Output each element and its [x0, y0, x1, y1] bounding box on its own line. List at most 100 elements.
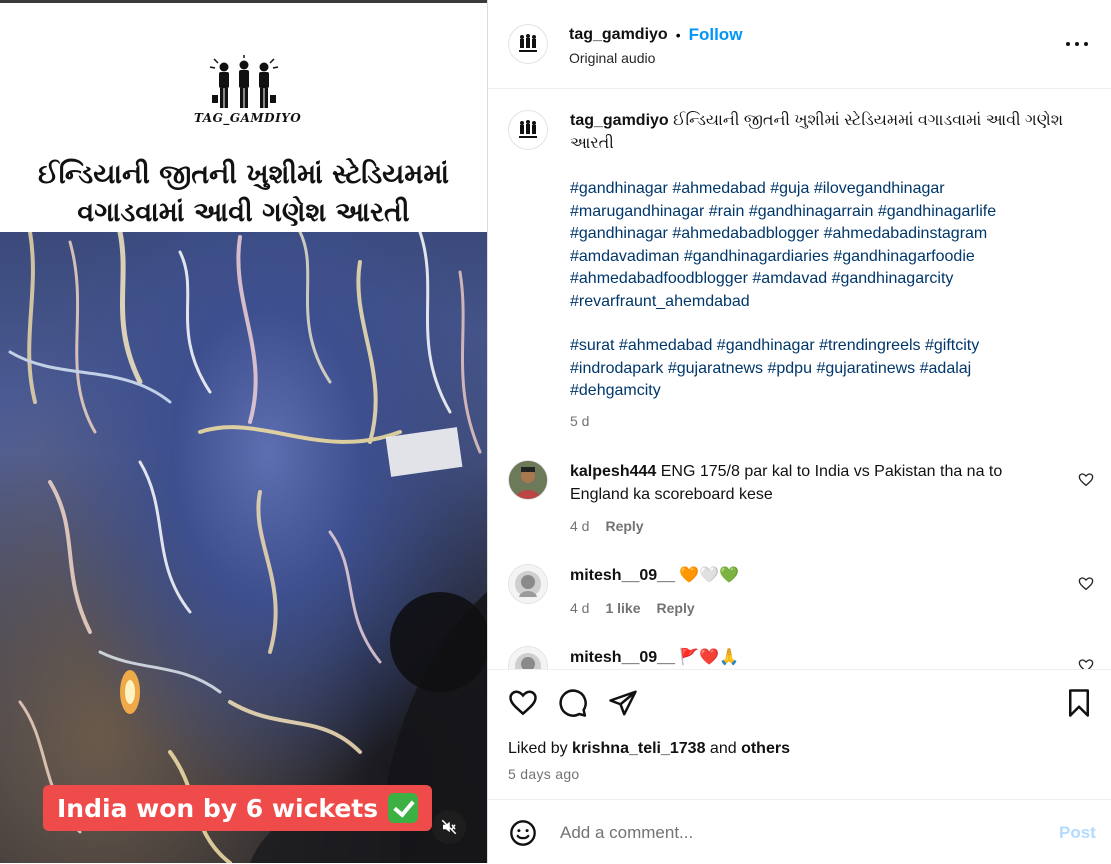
- liked-others-link[interactable]: others: [741, 740, 790, 757]
- comment-meta: 4 d Reply: [570, 518, 644, 534]
- media-header-graphic: TAG_GAMDIYO ઈન્ડિયાની જીતની ખુશીમાં સ્ટે…: [0, 0, 487, 232]
- hashtag[interactable]: #marugandhinagar: [570, 203, 704, 220]
- hashtag[interactable]: #gujaratinews: [816, 360, 915, 377]
- post-age: 5 d: [570, 413, 590, 429]
- headline-line-2: વગાડવામાં આવી ગણેશ આરતી: [77, 197, 410, 228]
- small-heart-icon[interactable]: [1078, 472, 1094, 488]
- men-logo-icon: [519, 34, 537, 52]
- hashtag[interactable]: #adalaj: [920, 360, 972, 377]
- hashtag[interactable]: #gandhinagar: [570, 180, 668, 197]
- hashtag[interactable]: #amdavad: [752, 270, 827, 287]
- more-icon: [1066, 42, 1070, 46]
- hashtag[interactable]: #gandhinagarcity: [832, 270, 954, 287]
- post-actions: Liked by krishna_teli_1738 and others 5 …: [488, 669, 1111, 800]
- hashtag[interactable]: #ahmedabadfoodblogger: [570, 270, 748, 287]
- hashtag[interactable]: #gujaratnews: [668, 360, 763, 377]
- commenter-avatar[interactable]: [508, 564, 548, 604]
- deity-avatar-icon: [509, 647, 547, 669]
- dot-separator: •: [675, 27, 681, 43]
- hashtags-block-1: #gandhinagar #ahmedabad #guja #ilovegand…: [570, 178, 1050, 313]
- author-avatar[interactable]: [508, 24, 548, 64]
- comment-body: mitesh__09__ 🧡🤍💚: [570, 565, 1060, 588]
- comment-composer: Post: [488, 799, 1111, 864]
- hashtag[interactable]: #gandhinagarrain: [749, 203, 874, 220]
- heart-icon[interactable]: [508, 688, 538, 718]
- more-options-button[interactable]: [1066, 42, 1088, 48]
- commenter-avatar[interactable]: [508, 646, 548, 669]
- liked-by-prefix: Liked by: [508, 740, 568, 757]
- bookmark-icon[interactable]: [1066, 688, 1092, 718]
- comment-meta: 4 d 1 like Reply: [570, 600, 695, 616]
- video-caption-text: India won by 6 wickets: [57, 793, 379, 823]
- audio-label[interactable]: Original audio: [569, 50, 655, 66]
- hashtag[interactable]: #gandhinagar: [717, 337, 815, 354]
- post-button[interactable]: Post: [1059, 823, 1096, 843]
- comment-username[interactable]: mitesh__09__: [570, 567, 675, 584]
- likes-summary: Liked by krishna_teli_1738 and others: [508, 740, 790, 758]
- emoji-icon[interactable]: [509, 819, 537, 847]
- header-user-row: tag_gamdiyo • Follow: [569, 25, 742, 45]
- hashtag[interactable]: #trendingreels: [819, 337, 920, 354]
- hashtag[interactable]: #rain: [709, 203, 745, 220]
- commenter-avatar[interactable]: [508, 460, 548, 500]
- media-headline: ઈન્ડિયાની જીતની ખુશીમાં સ્ટેડિયમમાં વગાડ…: [10, 156, 477, 232]
- hashtag[interactable]: #indrodapark: [570, 360, 663, 377]
- comments-scroll-area[interactable]: tag_gamdiyo ઈન્ડિયાની જીતની ખુશીમાં સ્ટે…: [488, 88, 1111, 669]
- hashtag[interactable]: #gandhinagardiaries: [684, 248, 829, 265]
- hashtag[interactable]: #gandhinagarfoodie: [833, 248, 974, 265]
- caption-username[interactable]: tag_gamdiyo: [570, 112, 669, 129]
- media-panel[interactable]: TAG_GAMDIYO ઈન્ડિયાની જીતની ખુશીમાં સ્ટે…: [0, 0, 487, 863]
- hashtag[interactable]: #ahmedabad: [619, 337, 712, 354]
- hashtag[interactable]: #revarfraunt_ahemdabad: [570, 293, 750, 310]
- hashtag[interactable]: #guja: [770, 180, 809, 197]
- share-icon[interactable]: [608, 688, 638, 718]
- comment-body: mitesh__09__ 🚩❤️🙏: [570, 647, 1060, 669]
- hashtag[interactable]: #ahmedabadblogger: [672, 225, 819, 242]
- hashtag[interactable]: #surat: [570, 337, 614, 354]
- comment-age: 4 d: [570, 600, 590, 616]
- comment-username[interactable]: kalpesh444: [570, 463, 656, 480]
- more-icon-dot: [1084, 42, 1088, 46]
- small-heart-icon[interactable]: [1078, 658, 1094, 669]
- men-logo-icon: [519, 120, 537, 138]
- check-mark-icon: [388, 793, 419, 823]
- comment-username[interactable]: mitesh__09__: [570, 649, 675, 666]
- post-details-panel: tag_gamdiyo • Follow Original audio tag_…: [487, 0, 1111, 863]
- comment-likes[interactable]: 1 like: [605, 600, 640, 616]
- hashtag[interactable]: #gandhinagarlife: [878, 203, 996, 220]
- comment-input[interactable]: [558, 820, 1022, 846]
- hashtags-block-2: #surat #ahmedabad #gandhinagar #trending…: [570, 335, 1050, 403]
- brand-logo: TAG_GAMDIYO: [194, 53, 301, 131]
- headline-line-1: ઈન્ડિયાની જીતની ખુશીમાં સ્ટેડિયમમાં: [37, 159, 450, 190]
- hashtag[interactable]: #dehgamcity: [570, 382, 661, 399]
- hashtag[interactable]: #pdpu: [767, 360, 812, 377]
- comment-body: kalpesh444 ENG 175/8 par kal to India vs…: [570, 461, 1060, 506]
- video-caption-badge: India won by 6 wickets: [43, 785, 433, 831]
- comment-age: 4 d: [570, 518, 590, 534]
- comment-text: 🧡🤍💚: [679, 567, 740, 584]
- hashtag[interactable]: #giftcity: [925, 337, 979, 354]
- reply-button[interactable]: Reply: [657, 600, 695, 616]
- follow-button[interactable]: Follow: [689, 25, 743, 45]
- deity-avatar-icon: [509, 565, 547, 603]
- confetti-streamers: [8, 232, 487, 863]
- liked-user-link[interactable]: krishna_teli_1738: [572, 740, 705, 757]
- header-username[interactable]: tag_gamdiyo: [569, 26, 668, 44]
- hashtag[interactable]: #gandhinagar: [570, 225, 668, 242]
- caption-author-avatar[interactable]: [508, 110, 548, 150]
- reply-button[interactable]: Reply: [605, 518, 643, 534]
- user-photo-icon: [509, 461, 547, 499]
- small-heart-icon[interactable]: [1078, 576, 1094, 592]
- hashtag[interactable]: #ahmedabad: [672, 180, 765, 197]
- mute-button[interactable]: [432, 810, 466, 844]
- men-logo-icon: [209, 55, 279, 108]
- hashtag[interactable]: #amdavadiman: [570, 248, 679, 265]
- comment-icon[interactable]: [558, 688, 588, 718]
- liked-and: and: [709, 740, 737, 757]
- post-header: tag_gamdiyo • Follow Original audio: [488, 0, 1111, 89]
- hashtag[interactable]: #ilovegandhinagar: [814, 180, 945, 197]
- hashtag[interactable]: #ahmedabadinstagram: [824, 225, 988, 242]
- video-player[interactable]: India won by 6 wickets: [0, 232, 487, 863]
- mute-icon: [441, 819, 457, 835]
- post-timestamp[interactable]: 5 days ago: [508, 766, 580, 782]
